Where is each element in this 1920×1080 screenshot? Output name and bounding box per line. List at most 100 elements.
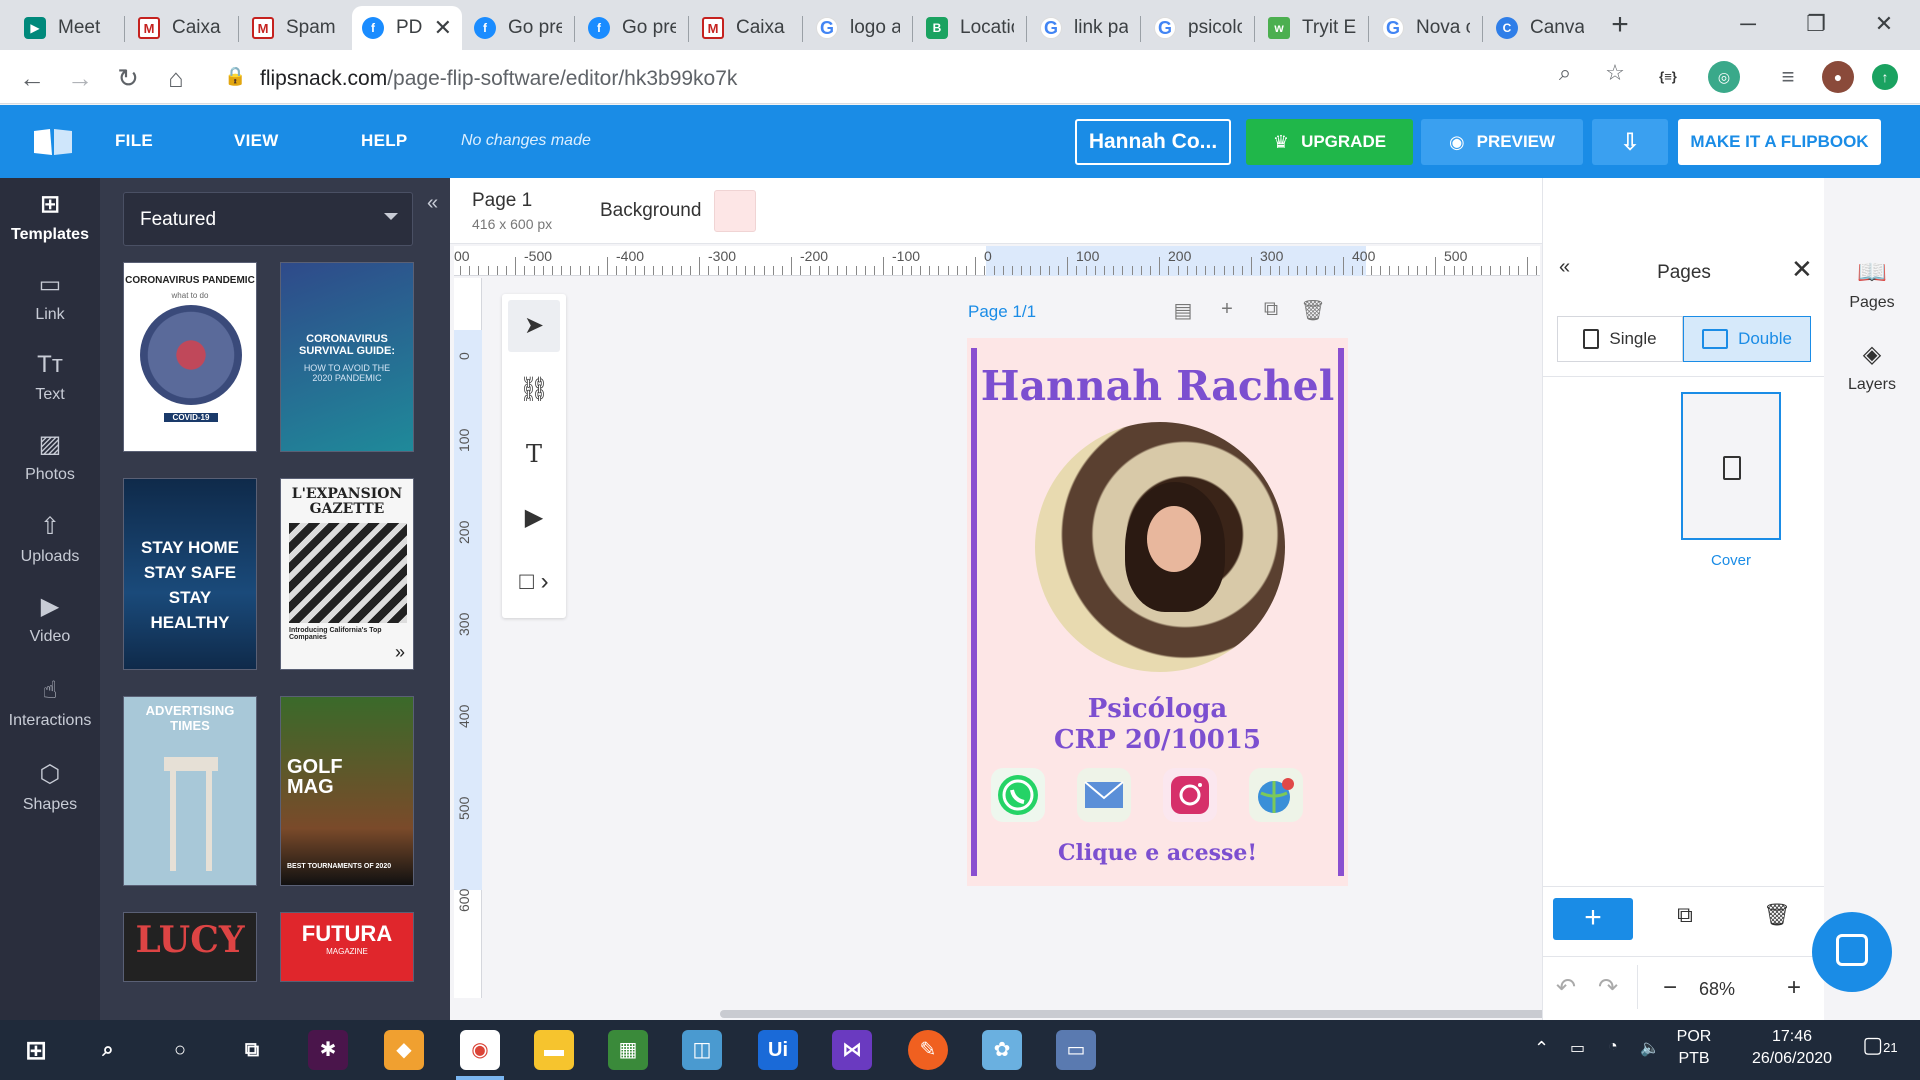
page-role-text[interactable]: Psicóloga CRP 20/10015 (967, 694, 1348, 756)
media-control-icon[interactable]: ≡ (1772, 61, 1804, 93)
app-icon[interactable]: ◆ (384, 1030, 424, 1070)
download-button[interactable]: ⇩ (1592, 119, 1668, 165)
app-icon[interactable]: ◫ (682, 1030, 722, 1070)
task-view-icon[interactable]: ⧉ (232, 1030, 272, 1070)
tab-flipsnack-2[interactable]: f Go pre (464, 6, 572, 50)
rail-item-layers[interactable]: ◈ Layers (1824, 340, 1920, 394)
file-explorer-icon[interactable]: ▬ (534, 1030, 574, 1070)
wifi-icon[interactable]: ◔ (1608, 1038, 1618, 1056)
forward-arrow-icon[interactable]: → (62, 60, 98, 96)
page-thumbnail-cover[interactable] (1681, 392, 1781, 540)
call-to-action-text[interactable]: Clique e acesse! (967, 840, 1348, 866)
flipsnack-logo-icon[interactable] (32, 127, 74, 157)
single-page-toggle[interactable]: Single (1557, 316, 1683, 362)
paint-icon[interactable]: ✿ (982, 1030, 1022, 1070)
add-page-icon[interactable]: + (1214, 298, 1240, 324)
sidebar-item-interactions[interactable]: ☝ Interactions (0, 676, 100, 730)
delete-trash-icon[interactable]: 🗑 (1300, 298, 1326, 324)
link-chain-icon[interactable]: ⛓ (508, 364, 560, 416)
json-extension-icon[interactable]: {≡} (1652, 61, 1684, 93)
sidebar-item-text[interactable]: Tт Text (0, 350, 100, 404)
template-card[interactable]: STAY HOME STAY SAFE STAY HEALTHY (123, 478, 257, 670)
app-icon[interactable]: ▭ (1056, 1030, 1096, 1070)
menu-help[interactable]: HELP (361, 131, 408, 151)
battery-icon[interactable]: ▭ (1570, 1038, 1585, 1058)
chat-support-button[interactable] (1812, 912, 1892, 992)
extension-icon[interactable]: ◎ (1708, 61, 1740, 93)
sidebar-item-shapes[interactable]: ⬡ Shapes (0, 760, 100, 814)
volume-icon[interactable]: 🔈 (1640, 1038, 1660, 1058)
sidebar-item-uploads[interactable]: ⇧ Uploads (0, 512, 100, 566)
tab-gmail-spam[interactable]: M Spam (242, 6, 350, 50)
notification-center-icon[interactable]: ▢21 (1858, 1032, 1902, 1058)
zoom-in-icon[interactable]: + (1779, 973, 1809, 1003)
url-omnibox[interactable]: 🔒 flipsnack.com/page-flip-software/edito… (208, 58, 1588, 98)
whatsapp-icon[interactable] (991, 768, 1045, 822)
undo-icon[interactable]: ↶ (1551, 973, 1581, 1003)
tab-meet[interactable]: ▶ Meet (14, 6, 122, 50)
uipath-icon[interactable]: Ui (758, 1030, 798, 1070)
menu-file[interactable]: FILE (115, 131, 153, 151)
sidebar-item-link[interactable]: ▭ Link (0, 270, 100, 324)
template-card[interactable]: LUCY (123, 912, 257, 982)
tab-google-link[interactable]: G link pa (1030, 6, 1138, 50)
more-arrow-icon[interactable]: » (395, 642, 405, 663)
delete-trash-icon[interactable]: 🗑 (1761, 902, 1793, 934)
minimize-icon[interactable]: ─ (1728, 6, 1768, 42)
preview-button[interactable]: ◉ PREVIEW (1421, 119, 1583, 165)
tab-tryit[interactable]: w Tryit E (1258, 6, 1366, 50)
restore-icon[interactable]: ❐ (1796, 6, 1836, 42)
tab-canva[interactable]: C Canva (1486, 6, 1594, 50)
tab-google-logo[interactable]: G logo a (806, 6, 910, 50)
make-flipbook-button[interactable]: MAKE IT A FLIPBOOK (1678, 119, 1881, 165)
new-tab-plus-icon[interactable]: + (1604, 10, 1636, 42)
close-icon[interactable]: ✕ (434, 15, 452, 41)
tab-gmail-inbox-2[interactable]: M Caixa d (692, 6, 800, 50)
flipbook-page-canvas[interactable]: Hannah Rachel Psicóloga CRP 20/10015 Cli… (967, 338, 1348, 886)
select-pointer-icon[interactable]: ➤ (508, 300, 560, 352)
home-icon[interactable]: ⌂ (158, 60, 194, 96)
template-category-dropdown[interactable]: Featured (123, 192, 413, 246)
menu-view[interactable]: VIEW (234, 131, 279, 151)
tab-flipsnack-active[interactable]: f PD ✕ (352, 6, 462, 50)
text-tool-icon[interactable]: T (508, 428, 560, 480)
visual-studio-icon[interactable]: ⋈ (832, 1030, 872, 1070)
template-card[interactable]: CORONAVIRUS PANDEMIC what to do COVID-19 (123, 262, 257, 452)
tab-location[interactable]: B Locatio (916, 6, 1024, 50)
background-color-swatch[interactable] (714, 190, 756, 232)
sidebar-item-templates[interactable]: ⊞ Templates (0, 190, 100, 244)
redo-icon[interactable]: ↷ (1593, 973, 1623, 1003)
profile-photo[interactable] (1035, 422, 1285, 672)
add-page-button[interactable]: + (1553, 898, 1633, 940)
tab-google-psicologa[interactable]: G psicolo (1144, 6, 1252, 50)
windows-start-icon[interactable]: ⊞ (16, 1030, 56, 1070)
sidebar-item-video[interactable]: ▶ Video (0, 592, 100, 646)
back-arrow-icon[interactable]: ← (14, 60, 50, 96)
page-heading-name[interactable]: Hannah Rachel (967, 362, 1348, 410)
tab-gmail-inbox[interactable]: M Caixa d (128, 6, 236, 50)
slack-icon[interactable]: ✱ (308, 1030, 348, 1070)
template-card[interactable]: CORONAVIRUS SURVIVAL GUIDE: HOW TO AVOID… (280, 262, 414, 452)
flipbook-title-button[interactable]: Hannah Co... (1075, 119, 1231, 165)
chrome-icon[interactable]: ◉ (460, 1030, 500, 1070)
template-card[interactable]: FUTURA MAGAZINE (280, 912, 414, 982)
window-close-icon[interactable]: ✕ (1864, 6, 1904, 42)
duplicate-icon[interactable]: ⧉ (1669, 902, 1701, 934)
rail-item-pages[interactable]: 📖 Pages (1824, 258, 1920, 312)
email-icon[interactable] (1077, 768, 1131, 822)
close-icon[interactable]: ✕ (1791, 254, 1813, 285)
search-icon[interactable]: ⌕ (88, 1030, 128, 1070)
duplicate-icon[interactable]: ⧉ (1258, 298, 1284, 324)
zoom-out-icon[interactable]: − (1655, 973, 1685, 1003)
template-card[interactable]: ADVERTISING TIMES (123, 696, 257, 886)
clock[interactable]: 17:46 26/06/2020 (1740, 1028, 1844, 1068)
collapse-panel-icon[interactable]: « (427, 192, 438, 215)
sidebar-item-photos[interactable]: ▨ Photos (0, 430, 100, 484)
notes-icon[interactable]: ▤ (1170, 298, 1196, 324)
upgrade-button[interactable]: ♛ UPGRADE (1246, 119, 1413, 165)
template-card[interactable]: GOLF MAG BEST TOURNAMENTS OF 2020 (280, 696, 414, 886)
reload-icon[interactable]: ↻ (110, 60, 146, 96)
update-icon[interactable]: ↑ (1872, 64, 1898, 90)
template-card[interactable]: L'EXPANSION GAZETTE Introducing Californ… (280, 478, 414, 670)
tab-google-nova[interactable]: G Nova c (1372, 6, 1480, 50)
